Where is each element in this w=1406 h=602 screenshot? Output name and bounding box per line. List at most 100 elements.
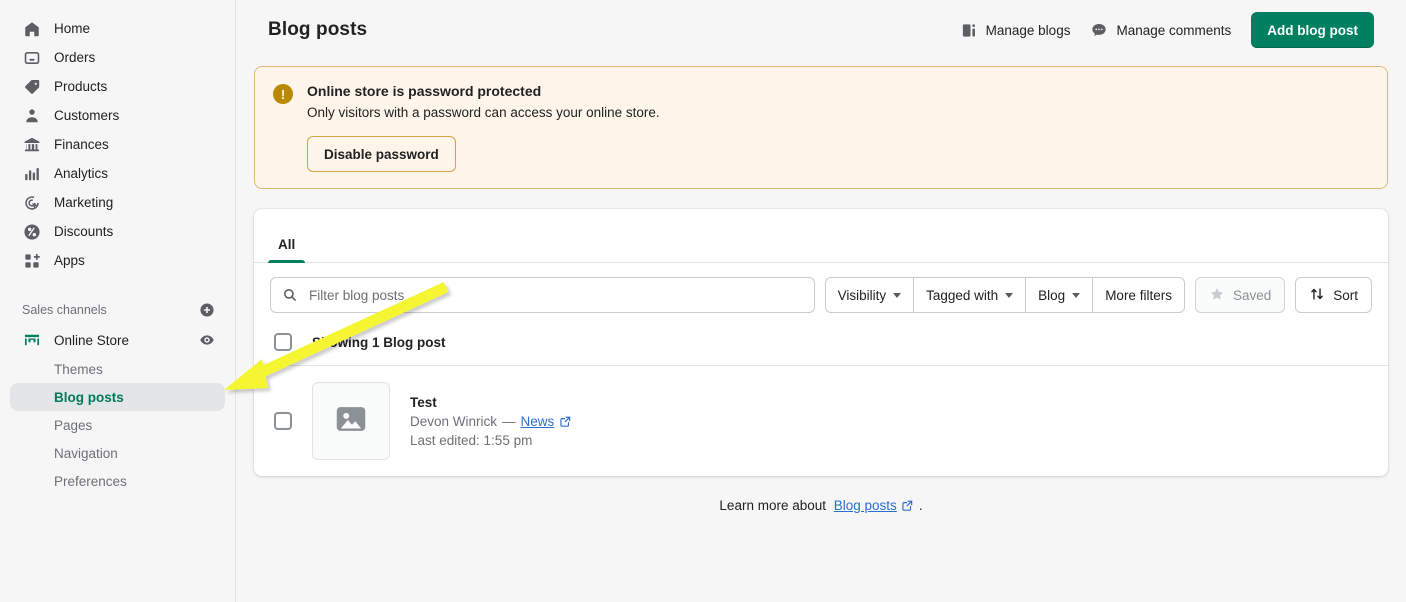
sidebar-item-navigation[interactable]: Navigation <box>10 439 225 467</box>
banner-text: Only visitors with a password can access… <box>307 105 660 120</box>
more-filters-button[interactable]: More filters <box>1092 277 1185 313</box>
page-title: Blog posts <box>268 19 368 40</box>
sort-label: Sort <box>1333 287 1358 303</box>
banner-body: Online store is password protected Only … <box>307 83 660 172</box>
search-field-wrapper <box>270 277 815 313</box>
image-placeholder-icon <box>332 400 370 443</box>
row-checkbox[interactable] <box>274 412 292 430</box>
add-blog-post-button[interactable]: Add blog post <box>1251 12 1374 48</box>
post-info: Test Devon Winrick — News Last edited: 1… <box>410 395 572 448</box>
search-input[interactable] <box>270 277 815 313</box>
percent-icon <box>22 222 42 242</box>
header-actions: Manage blogs Manage comments Add blog po… <box>961 12 1374 48</box>
sidebar-item-analytics[interactable]: Analytics <box>10 159 225 188</box>
password-protected-banner: ! Online store is password protected Onl… <box>254 66 1388 189</box>
blog-list-icon <box>961 22 978 39</box>
sidebar-item-label: Discounts <box>54 223 114 239</box>
sidebar-item-label: Finances <box>54 136 109 152</box>
sort-button[interactable]: Sort <box>1295 277 1372 313</box>
sidebar-sub-label: Pages <box>54 417 93 433</box>
tab-all[interactable]: All <box>268 237 306 263</box>
person-icon <box>22 106 42 126</box>
filter-blog-button[interactable]: Blog <box>1025 277 1093 313</box>
search-icon <box>282 287 298 303</box>
app-root: Home Orders Products Customers Finances <box>0 0 1406 602</box>
sidebar-item-label: Marketing <box>54 194 114 210</box>
post-meta: Devon Winrick — News <box>410 414 572 429</box>
tab-bar: All <box>254 209 1388 263</box>
sidebar-item-apps[interactable]: Apps <box>10 246 225 275</box>
comment-icon <box>1090 21 1108 39</box>
blog-posts-help-link[interactable]: Blog posts <box>834 498 897 513</box>
filter-tagged-with-button[interactable]: Tagged with <box>913 277 1026 313</box>
post-author: Devon Winrick <box>410 413 498 429</box>
storefront-icon <box>22 330 42 350</box>
main-content: Blog posts Manage blogs Manage comments … <box>236 0 1406 602</box>
post-title: Test <box>410 394 437 410</box>
sidebar-item-themes[interactable]: Themes <box>10 355 225 383</box>
sidebar-item-label: Analytics <box>54 165 109 181</box>
sidebar-item-marketing[interactable]: Marketing <box>10 188 225 217</box>
post-last-edited: Last edited: 1:55 pm <box>410 432 533 448</box>
filter-visibility-button[interactable]: Visibility <box>824 277 914 313</box>
eye-icon[interactable] <box>199 332 215 348</box>
bar-chart-icon <box>22 164 42 184</box>
sidebar-item-discounts[interactable]: Discounts <box>10 217 225 246</box>
sidebar-item-preferences[interactable]: Preferences <box>10 467 225 495</box>
star-icon <box>1209 286 1225 305</box>
sidebar-item-label: Home <box>54 20 91 36</box>
manage-comments-button[interactable]: Manage comments <box>1090 21 1231 39</box>
sidebar-item-pages[interactable]: Pages <box>10 411 225 439</box>
sidebar-item-label: Customers <box>54 107 120 123</box>
target-icon <box>22 193 42 213</box>
sidebar: Home Orders Products Customers Finances <box>0 0 236 602</box>
disable-password-button[interactable]: Disable password <box>307 136 456 172</box>
orders-icon <box>22 48 42 68</box>
showing-count-label: Showing 1 Blog post <box>312 334 446 350</box>
plus-circle-icon[interactable] <box>199 302 215 318</box>
sidebar-item-online-store[interactable]: Online Store <box>10 325 225 355</box>
sidebar-item-home[interactable]: Home <box>10 14 225 43</box>
filter-label: Visibility <box>837 287 887 303</box>
external-link-icon[interactable] <box>901 499 914 512</box>
sidebar-sub-label: Themes <box>54 361 103 377</box>
sidebar-item-label: Apps <box>54 252 85 268</box>
bank-icon <box>22 135 42 155</box>
tag-icon <box>22 77 42 97</box>
page-header: Blog posts Manage blogs Manage comments … <box>250 0 1392 60</box>
manage-comments-label: Manage comments <box>1116 22 1232 38</box>
sidebar-sub-label: Preferences <box>54 473 127 489</box>
tab-label: All <box>278 237 296 252</box>
select-all-row: Showing 1 Blog post <box>254 325 1388 365</box>
chevron-down-icon <box>893 292 902 298</box>
sales-channels-section-header: Sales channels <box>10 299 225 321</box>
learn-more-footer: Learn more about Blog posts. <box>250 476 1392 513</box>
filter-label: Tagged with <box>926 287 999 303</box>
sidebar-item-finances[interactable]: Finances <box>10 130 225 159</box>
filter-button-group: Visibility Tagged with Blog More filters <box>824 277 1185 313</box>
select-all-checkbox[interactable] <box>274 333 292 351</box>
sales-channels-label: Sales channels <box>22 303 107 317</box>
sidebar-sub-label: Navigation <box>54 445 118 461</box>
online-store-label: Online Store <box>54 332 130 348</box>
saved-filters-button[interactable]: Saved <box>1194 277 1286 313</box>
sidebar-item-products[interactable]: Products <box>10 72 225 101</box>
sidebar-item-blog-posts[interactable]: Blog posts <box>10 383 225 411</box>
table-row[interactable]: Test Devon Winrick — News Last edited: 1… <box>254 365 1388 476</box>
learn-more-suffix: . <box>918 498 923 513</box>
chevron-down-icon <box>1072 292 1081 298</box>
filter-bar: Visibility Tagged with Blog More filters <box>254 263 1388 325</box>
filter-label: Blog <box>1038 287 1066 303</box>
sidebar-item-orders[interactable]: Orders <box>10 43 225 72</box>
manage-blogs-button[interactable]: Manage blogs <box>961 22 1070 39</box>
sidebar-sub-label: Blog posts <box>54 389 124 405</box>
post-thumbnail <box>312 382 390 460</box>
banner-title: Online store is password protected <box>307 83 542 99</box>
external-link-icon[interactable] <box>559 415 572 428</box>
apps-grid-icon <box>22 251 42 271</box>
sidebar-item-label: Products <box>54 78 108 94</box>
post-blog-link[interactable]: News <box>521 414 555 429</box>
chevron-down-icon <box>1005 292 1014 298</box>
sidebar-item-customers[interactable]: Customers <box>10 101 225 130</box>
alert-exclamation-icon: ! <box>273 84 293 104</box>
